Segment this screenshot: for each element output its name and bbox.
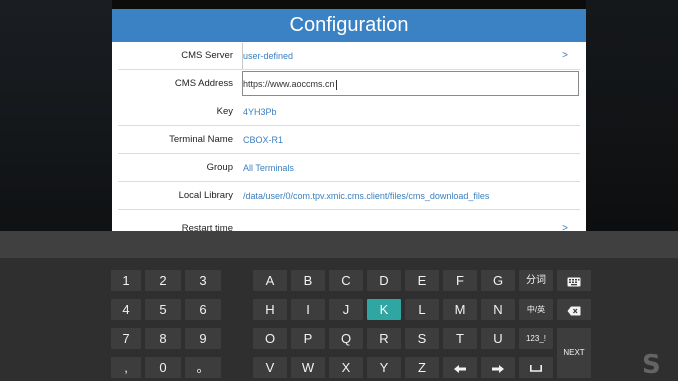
key-k[interactable]: K	[367, 299, 401, 320]
key-p[interactable]: P	[291, 328, 325, 349]
key-v[interactable]: V	[253, 357, 287, 378]
key-e[interactable]: E	[405, 270, 439, 291]
key-b[interactable]: B	[291, 270, 325, 291]
key-0[interactable]: 0	[145, 357, 181, 378]
key-value: 4YH3Pb	[243, 107, 277, 117]
key-comma[interactable]: ,	[111, 357, 141, 378]
key-h[interactable]: H	[253, 299, 287, 320]
key-m[interactable]: M	[443, 299, 477, 320]
space-icon	[530, 365, 542, 372]
divider	[118, 209, 580, 210]
background-left	[0, 0, 112, 231]
row-cms-address[interactable]: CMS Address https://www.aoccms.cn	[112, 70, 586, 98]
key-period[interactable]: 。	[185, 357, 221, 378]
next-key[interactable]: NEXT	[557, 328, 591, 378]
key-l[interactable]: L	[405, 299, 439, 320]
cms-server-label: CMS Server	[181, 50, 233, 61]
terminal-name-value: CBOX-R1	[243, 135, 284, 145]
key-r[interactable]: R	[367, 328, 401, 349]
key-n[interactable]: N	[481, 299, 515, 320]
key-u[interactable]: U	[481, 328, 515, 349]
keyboard-hide-key[interactable]	[557, 270, 591, 291]
key-1[interactable]: 1	[111, 270, 141, 291]
row-local-library[interactable]: Local Library /data/user/0/com.tpv.xmic.…	[112, 182, 586, 210]
key-3[interactable]: 3	[185, 270, 221, 291]
text-caret	[335, 79, 337, 90]
keyboard-icon	[567, 277, 581, 287]
panel-title: Configuration	[112, 9, 586, 42]
key-y[interactable]: Y	[367, 357, 401, 378]
group-value: All Terminals	[243, 163, 294, 173]
local-library-label: Local Library	[178, 190, 233, 201]
key-j[interactable]: J	[329, 299, 363, 320]
key-2[interactable]: 2	[145, 270, 181, 291]
arrow-right-icon	[492, 364, 504, 373]
word-segment-key[interactable]: 分词	[519, 270, 553, 291]
key-a[interactable]: A	[253, 270, 287, 291]
key-c[interactable]: C	[329, 270, 363, 291]
chevron-right-icon: >	[562, 223, 568, 231]
background-right	[586, 0, 678, 231]
cursor-left-key[interactable]	[443, 357, 477, 378]
keyboard-candidate-bar	[0, 231, 678, 258]
row-restart-time[interactable]: Restart time >	[112, 215, 586, 231]
key-5[interactable]: 5	[145, 299, 181, 320]
key-w[interactable]: W	[291, 357, 325, 378]
local-library-value: /data/user/0/com.tpv.xmic.cms.client/fil…	[243, 191, 490, 201]
cms-server-value: user-defined	[243, 51, 294, 61]
symbols-key[interactable]: 123_!	[519, 328, 553, 349]
key-i[interactable]: I	[291, 299, 325, 320]
key-8[interactable]: 8	[145, 328, 181, 349]
key-z[interactable]: Z	[405, 357, 439, 378]
key-s[interactable]: S	[405, 328, 439, 349]
watermark-logo: S	[642, 350, 661, 380]
key-7[interactable]: 7	[111, 328, 141, 349]
terminal-name-label: Terminal Name	[169, 134, 233, 145]
space-key[interactable]	[519, 357, 553, 378]
key-4[interactable]: 4	[111, 299, 141, 320]
row-terminal-name[interactable]: Terminal Name CBOX-R1	[112, 126, 586, 154]
backspace-icon	[567, 306, 581, 316]
key-d[interactable]: D	[367, 270, 401, 291]
configuration-panel: Configuration CMS Server user-defined > …	[112, 9, 586, 231]
key-9[interactable]: 9	[185, 328, 221, 349]
restart-time-label: Restart time	[181, 223, 233, 231]
language-toggle-key[interactable]: 中/英	[519, 299, 553, 320]
key-q[interactable]: Q	[329, 328, 363, 349]
cursor-right-key[interactable]	[481, 357, 515, 378]
chevron-right-icon: >	[562, 50, 568, 61]
row-group[interactable]: Group All Terminals	[112, 154, 586, 182]
key-g[interactable]: G	[481, 270, 515, 291]
row-key[interactable]: Key 4YH3Pb	[112, 98, 586, 126]
cms-address-value: https://www.aoccms.cn	[243, 79, 335, 89]
key-o[interactable]: O	[253, 328, 287, 349]
key-6[interactable]: 6	[185, 299, 221, 320]
cms-address-label: CMS Address	[174, 78, 233, 89]
key-t[interactable]: T	[443, 328, 477, 349]
row-cms-server[interactable]: CMS Server user-defined >	[112, 42, 586, 70]
group-label: Group	[206, 162, 233, 173]
key-x[interactable]: X	[329, 357, 363, 378]
key-f[interactable]: F	[443, 270, 477, 291]
arrow-left-icon	[454, 364, 466, 373]
backspace-key[interactable]	[557, 299, 591, 320]
key-label: Key	[216, 106, 233, 117]
